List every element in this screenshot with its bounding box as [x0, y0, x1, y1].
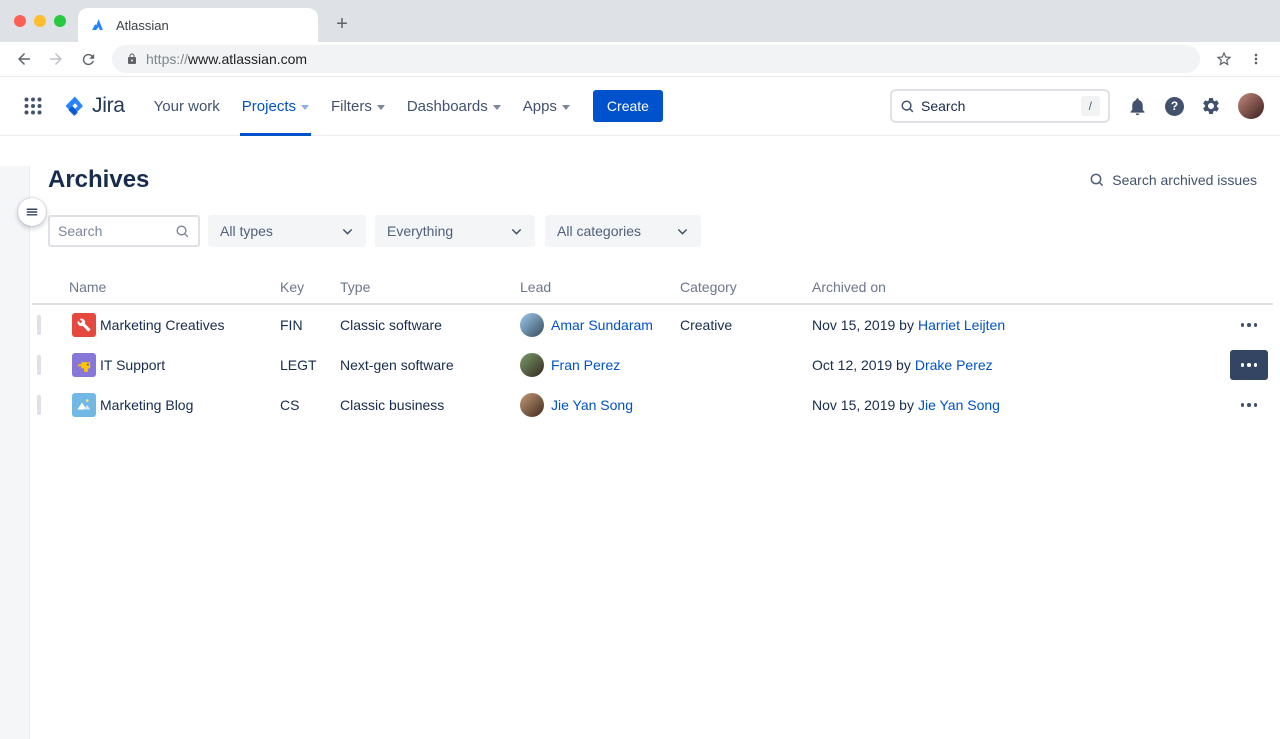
project-category: Creative — [680, 317, 812, 333]
row-actions-menu-button[interactable] — [1230, 390, 1268, 420]
browser-menu-kebab-icon[interactable] — [1242, 45, 1270, 73]
lead-avatar — [520, 313, 544, 337]
search-icon — [900, 99, 915, 114]
chevron-down-icon — [301, 105, 309, 110]
url-text: https://www.atlassian.com — [146, 51, 307, 67]
categories-filter-dropdown[interactable]: All categories — [545, 215, 701, 247]
nav-item-projects[interactable]: Projects — [231, 77, 320, 136]
chevron-down-icon — [341, 225, 354, 238]
app-switcher-icon[interactable] — [24, 97, 42, 115]
lead-avatar — [520, 393, 544, 417]
chevron-down-icon — [493, 105, 501, 110]
nav-item-your-work[interactable]: Your work — [143, 77, 231, 136]
types-filter-dropdown[interactable]: All types — [208, 215, 366, 247]
search-icon — [175, 224, 190, 239]
table-row: Marketing Creatives FIN Classic software… — [32, 305, 1273, 345]
header-type: Type — [340, 279, 520, 295]
atlassian-favicon-icon — [90, 17, 106, 33]
search-icon — [1089, 172, 1105, 188]
row-checkbox[interactable] — [37, 315, 41, 335]
jira-logo[interactable]: Jira — [64, 94, 125, 118]
archives-page: Archives Search archived issues All type… — [0, 166, 1280, 739]
close-window-button[interactable] — [14, 15, 26, 27]
archived-by-link[interactable]: Harriet Leijten — [918, 317, 1005, 333]
nav-item-filters[interactable]: Filters — [320, 77, 396, 136]
lead-link[interactable]: Jie Yan Song — [551, 397, 633, 413]
lead-link[interactable]: Amar Sundaram — [551, 317, 653, 333]
search-shortcut-badge: / — [1081, 96, 1100, 116]
back-button[interactable] — [10, 45, 38, 73]
lead-avatar — [520, 353, 544, 377]
project-type: Next-gen software — [340, 357, 520, 373]
archived-by-link[interactable]: Jie Yan Song — [918, 397, 1000, 413]
header-name: Name — [69, 279, 280, 295]
notifications-bell-icon[interactable] — [1127, 96, 1148, 117]
project-name-link[interactable]: Marketing Creatives — [100, 317, 225, 333]
user-avatar[interactable] — [1238, 93, 1264, 119]
filter-bar: All types Everything All categories — [48, 215, 1257, 247]
table-row: IT Support LEGT Next-gen software Fran P… — [32, 345, 1273, 385]
browser-tab-strip: Atlassian + — [0, 0, 1280, 42]
archives-table: Name Key Type Lead Category Archived on … — [32, 275, 1273, 425]
table-search-input[interactable] — [58, 223, 175, 239]
project-name-link[interactable]: Marketing Blog — [100, 397, 193, 413]
settings-gear-icon[interactable] — [1201, 96, 1221, 116]
forward-button[interactable] — [42, 45, 70, 73]
minimize-window-button[interactable] — [34, 15, 46, 27]
archived-date: Oct 12, 2019 by — [812, 357, 911, 373]
header-category: Category — [680, 279, 812, 295]
tab-title: Atlassian — [116, 18, 169, 33]
project-type: Classic business — [340, 397, 520, 413]
header-lead: Lead — [520, 279, 680, 295]
scope-filter-dropdown[interactable]: Everything — [375, 215, 535, 247]
create-button[interactable]: Create — [593, 90, 663, 122]
global-search-input[interactable] — [921, 98, 1075, 114]
wrench-project-icon — [72, 313, 96, 337]
global-search-box[interactable]: / — [890, 89, 1110, 123]
browser-tab[interactable]: Atlassian — [78, 8, 318, 42]
chevron-down-icon — [510, 225, 523, 238]
chevron-down-icon — [676, 225, 689, 238]
lead-link[interactable]: Fran Perez — [551, 357, 620, 373]
project-name-link[interactable]: IT Support — [100, 357, 165, 373]
mountains-project-icon — [72, 393, 96, 417]
lock-icon — [126, 53, 138, 65]
sidebar-expand-button[interactable] — [18, 198, 46, 226]
chevron-down-icon — [562, 105, 570, 110]
jira-logo-text: Jira — [92, 94, 125, 118]
archived-date: Nov 15, 2019 by — [812, 317, 914, 333]
chevron-down-icon — [377, 105, 385, 110]
archived-date: Nov 15, 2019 by — [812, 397, 914, 413]
help-icon[interactable]: ? — [1165, 97, 1184, 116]
search-archived-issues-link[interactable]: Search archived issues — [1089, 172, 1257, 188]
project-key: CS — [280, 397, 340, 413]
row-checkbox[interactable] — [37, 395, 41, 415]
page-title: Archives — [48, 166, 149, 194]
bookmark-star-icon[interactable] — [1210, 45, 1238, 73]
reload-button[interactable] — [74, 45, 102, 73]
project-key: FIN — [280, 317, 340, 333]
row-actions-menu-button-active[interactable] — [1230, 350, 1268, 380]
project-key: LEGT — [280, 357, 340, 373]
jira-top-navbar: Jira Your work Projects Filters Dashboar… — [0, 77, 1280, 136]
collapsed-sidebar — [0, 166, 30, 739]
header-key: Key — [280, 279, 340, 295]
project-type: Classic software — [340, 317, 520, 333]
nav-item-dashboards[interactable]: Dashboards — [396, 77, 512, 136]
row-checkbox[interactable] — [37, 355, 41, 375]
table-row: Marketing Blog CS Classic business Jie Y… — [32, 385, 1273, 425]
url-omnibox[interactable]: https://www.atlassian.com — [112, 45, 1200, 73]
row-actions-menu-button[interactable] — [1230, 310, 1268, 340]
browser-address-bar: https://www.atlassian.com — [0, 42, 1280, 77]
drill-project-icon — [72, 353, 96, 377]
archived-by-link[interactable]: Drake Perez — [915, 357, 993, 373]
jira-logo-icon — [64, 95, 86, 117]
table-header-row: Name Key Type Lead Category Archived on — [32, 275, 1273, 305]
maximize-window-button[interactable] — [54, 15, 66, 27]
nav-item-apps[interactable]: Apps — [512, 77, 581, 136]
header-archived-on: Archived on — [812, 279, 1225, 295]
new-tab-button[interactable]: + — [328, 10, 356, 38]
window-controls — [14, 15, 66, 27]
table-search-box[interactable] — [48, 215, 200, 247]
